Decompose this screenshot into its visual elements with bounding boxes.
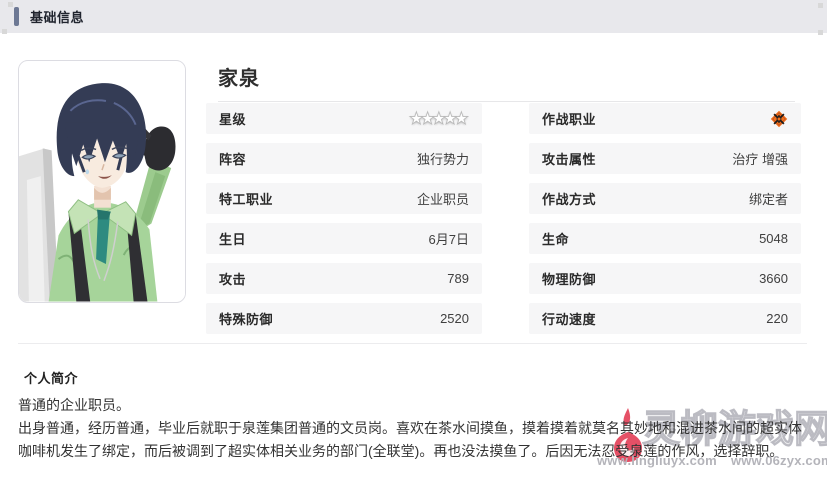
stat-row-faction: 阵容 独行势力 [206, 143, 482, 174]
bio-body: 出身普通，经历普通，毕业后就职于泉莲集团普通的文员岗。喜欢在茶水间摸鱼，摸着摸着… [18, 420, 802, 459]
stat-value: 治疗 增强 [732, 149, 788, 168]
stat-value: 789 [447, 271, 469, 286]
divider [218, 101, 795, 102]
stat-row-physical-defense: 物理防御 3660 [529, 263, 801, 294]
stat-value: 绑定者 [749, 189, 788, 208]
stat-value: 5048 [759, 231, 788, 246]
character-portrait [18, 60, 186, 303]
stat-row-agent-class: 特工职业 企业职员 [206, 183, 482, 214]
header-accent-bar [14, 7, 19, 26]
character-portrait-art [19, 61, 185, 302]
stat-row-combat-style: 作战方式 绑定者 [529, 183, 801, 214]
character-info-page: 基础信息 [0, 0, 827, 479]
edit-handle [2, 29, 7, 34]
stat-label: 特殊防御 [219, 309, 273, 328]
stat-value: 3660 [759, 271, 788, 286]
stat-label: 生日 [219, 229, 246, 248]
stat-label: 生命 [542, 229, 569, 248]
stat-value: 2520 [440, 311, 469, 326]
divider [18, 343, 807, 344]
stat-row-combat-class: 作战职业 [529, 103, 801, 134]
section-header: 基础信息 [0, 0, 827, 33]
edit-handle [818, 30, 823, 35]
stat-value: 企业职员 [417, 189, 469, 208]
stat-row-attack: 攻击 789 [206, 263, 482, 294]
stat-label: 阵容 [219, 149, 246, 168]
stat-label: 作战职业 [542, 109, 596, 128]
stat-row-action-speed: 行动速度 220 [529, 303, 801, 334]
stat-label: 物理防御 [542, 269, 596, 288]
stat-value: 220 [766, 311, 788, 326]
stat-value: 6月7日 [429, 229, 469, 248]
stat-row-special-defense: 特殊防御 2520 [206, 303, 482, 334]
stat-value: 独行势力 [417, 149, 469, 168]
edit-handle [818, 3, 823, 8]
support-class-diamond-icon [770, 110, 788, 128]
stat-row-attack-attribute: 攻击属性 治疗 增强 [529, 143, 801, 174]
stat-label: 攻击属性 [542, 149, 596, 168]
stat-label: 作战方式 [542, 189, 596, 208]
character-name: 家泉 [218, 62, 260, 91]
bio-text: 普通的企业职员。 出身普通，经历普通，毕业后就职于泉莲集团普通的文员岗。喜欢在茶… [18, 394, 812, 463]
stat-label: 星级 [219, 109, 246, 128]
stat-row-birthday: 生日 6月7日 [206, 223, 482, 254]
bio-line1: 普通的企业职员。 [18, 397, 130, 413]
stat-row-star-rating: 星级 ★★★★★ [206, 103, 482, 134]
bio-heading: 个人简介 [24, 368, 78, 387]
edit-handle [8, 2, 13, 7]
star-rating-icons: ★★★★★ [409, 109, 469, 129]
stat-label: 特工职业 [219, 189, 273, 208]
stat-label: 攻击 [219, 269, 246, 288]
section-title: 基础信息 [30, 7, 84, 26]
stat-label: 行动速度 [542, 309, 596, 328]
stat-row-hp: 生命 5048 [529, 223, 801, 254]
